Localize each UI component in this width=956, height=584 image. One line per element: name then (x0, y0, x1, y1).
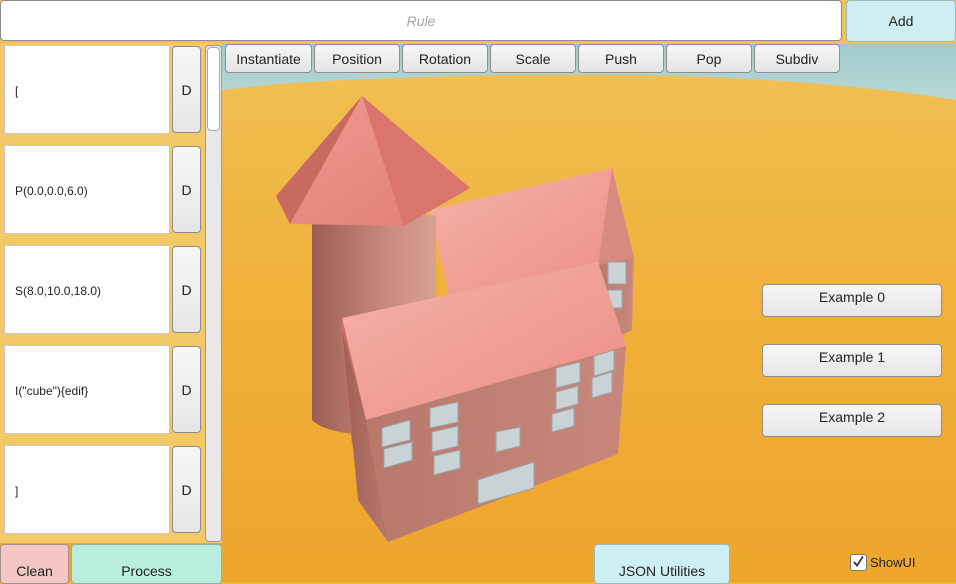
example-1-button[interactable]: Example 1 (762, 344, 942, 377)
rule-card[interactable]: P(0.0,0.0,6.0) (4, 145, 170, 234)
delete-rule-button[interactable]: D (172, 246, 201, 333)
rule-text: I("cube"){edif} (15, 383, 89, 398)
rules-list: [ D P(0.0,0.0,6.0) D S(8.0,10.0,18.0) D … (0, 43, 222, 543)
add-button[interactable]: Add (846, 0, 956, 42)
rule-input[interactable] (0, 0, 842, 41)
json-utilities-button[interactable]: JSON Utilities (594, 544, 730, 584)
delete-rule-button[interactable]: D (172, 446, 201, 533)
rule-item: P(0.0,0.0,6.0) D (4, 145, 201, 234)
subdiv-button[interactable]: Subdiv (754, 44, 840, 73)
scale-button[interactable]: Scale (490, 44, 576, 73)
instantiate-button[interactable]: Instantiate (225, 44, 312, 73)
example-2-button[interactable]: Example 2 (762, 404, 942, 437)
process-button[interactable]: Process (71, 544, 222, 584)
rule-card[interactable]: [ (4, 45, 170, 134)
show-ui-label: ShowUI (870, 555, 916, 570)
checkmark-icon (853, 556, 864, 567)
rule-text: ] (15, 483, 19, 498)
delete-rule-button[interactable]: D (172, 346, 201, 433)
show-ui-checkbox[interactable] (850, 554, 867, 571)
clean-button[interactable]: Clean (0, 544, 69, 584)
rule-item: ] D (4, 445, 201, 534)
rule-item: I("cube"){edif} D (4, 345, 201, 434)
show-ui-toggle[interactable]: ShowUI (850, 554, 916, 571)
rule-card[interactable]: ] (4, 445, 170, 534)
example-0-button[interactable]: Example 0 (762, 284, 942, 317)
rotation-button[interactable]: Rotation (402, 44, 488, 73)
position-button[interactable]: Position (314, 44, 400, 73)
push-button[interactable]: Push (578, 44, 664, 73)
rule-item: [ D (4, 45, 201, 134)
rule-card[interactable]: I("cube"){edif} (4, 345, 170, 434)
delete-rule-button[interactable]: D (172, 46, 201, 133)
rule-text: [ (15, 83, 19, 98)
pop-button[interactable]: Pop (666, 44, 752, 73)
rule-text: P(0.0,0.0,6.0) (15, 183, 88, 198)
rule-text: S(8.0,10.0,18.0) (15, 283, 102, 298)
rules-scrollbar[interactable] (205, 45, 222, 542)
delete-rule-button[interactable]: D (172, 146, 201, 233)
scrollbar-thumb[interactable] (207, 47, 220, 131)
operation-toolbar: Instantiate Position Rotation Scale Push… (225, 44, 840, 73)
rule-item: S(8.0,10.0,18.0) D (4, 245, 201, 334)
rule-card[interactable]: S(8.0,10.0,18.0) (4, 245, 170, 334)
